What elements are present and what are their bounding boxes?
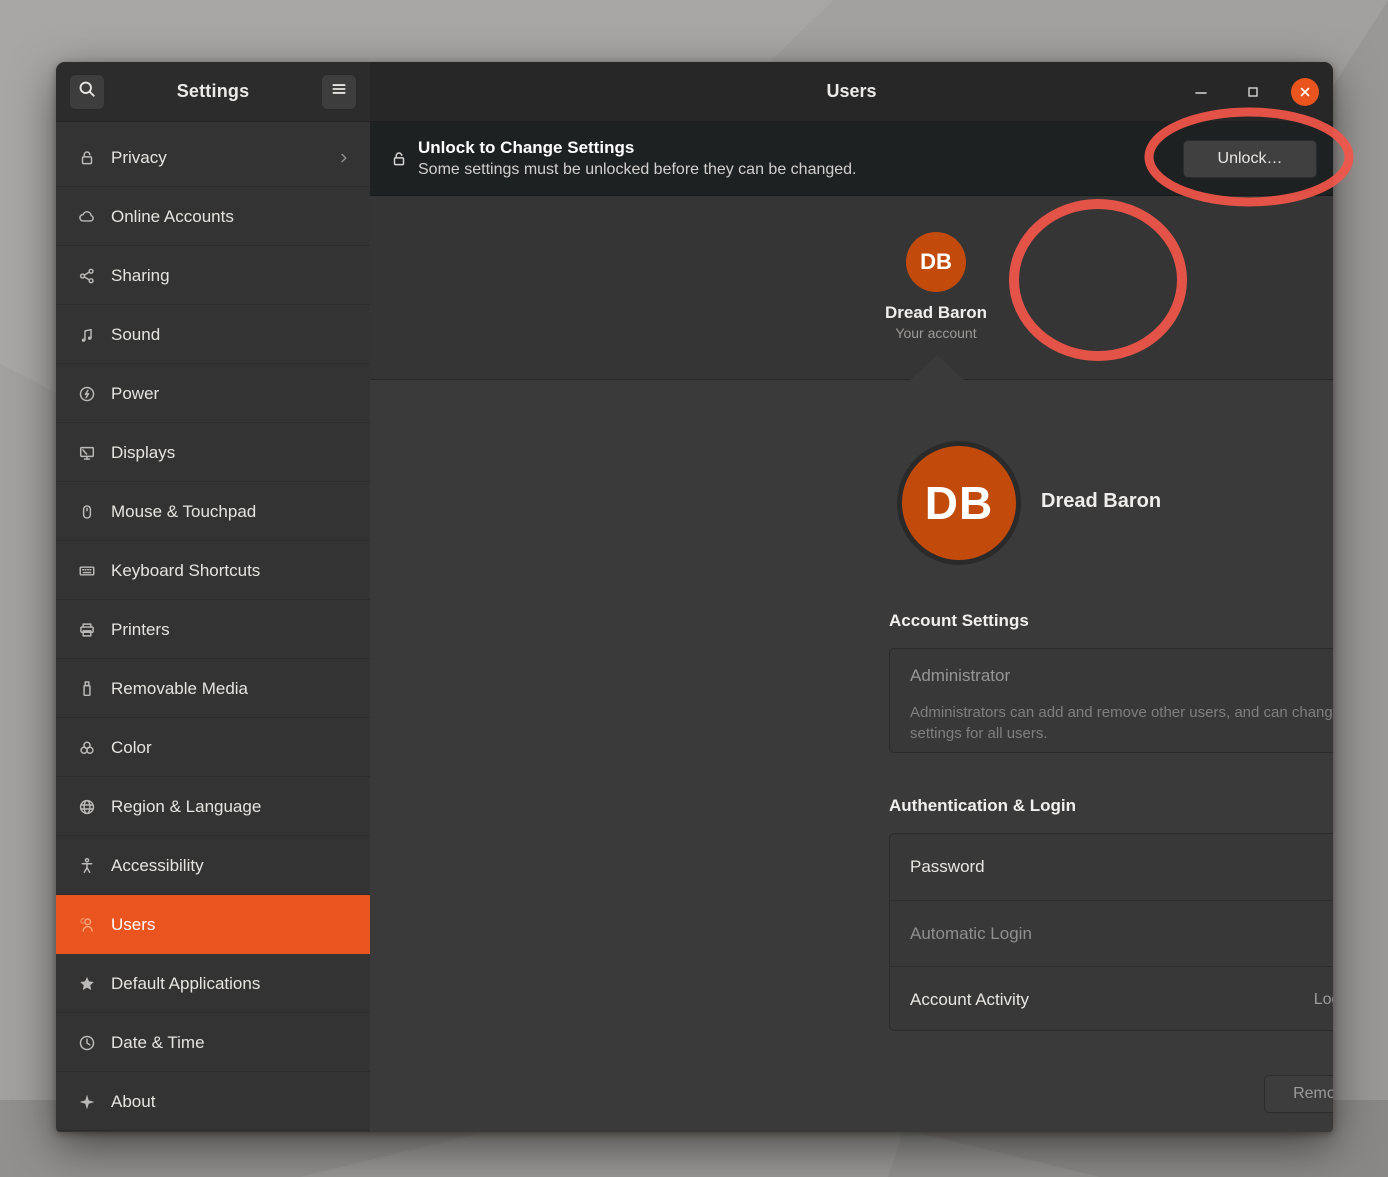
sidebar-item-label: Region & Language (111, 797, 352, 817)
color-wheel-icon (78, 739, 96, 757)
page-title: Users (826, 81, 876, 102)
chevron-right-icon (336, 150, 352, 166)
auth-login-heading: Authentication & Login (889, 796, 1076, 816)
sidebar-item-label: Accessibility (111, 856, 352, 876)
sidebar-item-label: Printers (111, 620, 352, 640)
hamburger-icon (330, 80, 348, 103)
account-settings-heading: Account Settings (889, 611, 1029, 631)
sidebar-item-online-accounts[interactable]: Online Accounts (56, 187, 370, 246)
printer-icon (78, 621, 96, 639)
password-row[interactable]: Password ••••• (890, 834, 1333, 900)
sidebar-item-displays[interactable]: Displays (56, 423, 370, 482)
sidebar-item-label: Color (111, 738, 352, 758)
avatar: DB (906, 232, 966, 292)
keyboard-icon (78, 562, 96, 580)
sidebar-item-users[interactable]: Users (56, 895, 370, 954)
usb-drive-icon (78, 680, 96, 698)
star-icon (78, 975, 96, 993)
settings-window: Settings Privacy Online Accounts Sharing So… (56, 62, 1333, 1132)
user-dread-baron[interactable]: DB Dread Baron Your account (846, 232, 1026, 343)
banner-title: Unlock to Change Settings (418, 137, 1183, 159)
globe-icon (78, 798, 96, 816)
sidebar-header: Settings (56, 62, 370, 122)
search-button[interactable] (69, 74, 105, 110)
minimize-button[interactable] (1187, 78, 1215, 106)
sidebar-item-sound[interactable]: Sound (56, 305, 370, 364)
sidebar-list: Privacy Online Accounts Sharing Sound Power D… (56, 122, 370, 1131)
account-activity-value: Logged in (1314, 991, 1333, 1009)
users-icon (78, 916, 96, 934)
sidebar-item-label: Displays (111, 443, 352, 463)
share-icon (78, 267, 96, 285)
unlock-button[interactable]: Unlock… (1183, 140, 1317, 178)
sidebar-item-region-language[interactable]: Region & Language (56, 777, 370, 836)
sidebar-item-date-time[interactable]: Date & Time (56, 1013, 370, 1072)
close-button[interactable] (1291, 78, 1319, 106)
administrator-label: Administrator (910, 665, 1333, 687)
lock-icon (390, 150, 408, 168)
user-name: Dread Baron (846, 302, 1026, 324)
sidebar-item-printers[interactable]: Printers (56, 600, 370, 659)
banner-subtitle: Some settings must be unlocked before th… (418, 159, 1183, 180)
remove-user-button[interactable]: Remove User… (1264, 1075, 1333, 1113)
search-icon (77, 79, 97, 104)
automatic-login-label: Automatic Login (910, 924, 1333, 944)
sparkle-icon (78, 1093, 96, 1111)
account-settings-card: Administrator Administrators can add and… (889, 648, 1333, 753)
music-note-icon (78, 326, 96, 344)
sidebar-item-sharing[interactable]: Sharing (56, 246, 370, 305)
sidebar-item-label: Date & Time (111, 1033, 352, 1053)
sidebar-item-about[interactable]: About (56, 1072, 370, 1131)
user-mumbly[interactable]: M mumbly (1322, 232, 1333, 324)
sidebar-item-keyboard-shortcuts[interactable]: Keyboard Shortcuts (56, 541, 370, 600)
sidebar-item-label: Online Accounts (111, 207, 352, 227)
cloud-icon (78, 208, 96, 226)
sidebar-item-label: Removable Media (111, 679, 352, 699)
sidebar-item-accessibility[interactable]: Accessibility (56, 836, 370, 895)
sidebar-item-label: About (111, 1092, 352, 1112)
pane-header: Users (370, 62, 1333, 122)
account-activity-row[interactable]: Account Activity Logged in (890, 966, 1333, 1032)
user-name: mumbly (1322, 302, 1333, 324)
app-title: Settings (177, 81, 250, 102)
sidebar-item-label: Sound (111, 325, 352, 345)
account-activity-label: Account Activity (910, 990, 1314, 1010)
unlock-banner: Unlock to Change Settings Some settings … (370, 122, 1333, 196)
sidebar-item-label: Privacy (111, 148, 336, 168)
maximize-button[interactable] (1239, 78, 1267, 106)
selected-user-notch (910, 355, 964, 380)
sidebar-item-mouse-touchpad[interactable]: Mouse & Touchpad (56, 482, 370, 541)
automatic-login-row: Automatic Login (890, 900, 1333, 966)
password-label: Password (910, 857, 1333, 877)
sidebar-item-label: Power (111, 384, 352, 404)
menu-button[interactable] (321, 74, 357, 110)
clock-icon (78, 1034, 96, 1052)
power-icon (78, 385, 96, 403)
accessibility-icon (78, 857, 96, 875)
display-icon (78, 444, 96, 462)
banner-text: Unlock to Change Settings Some settings … (418, 137, 1183, 180)
users-panel: Users Unlock to Change Settings Some set… (370, 62, 1333, 1132)
sidebar-item-color[interactable]: Color (56, 718, 370, 777)
sidebar-item-label: Users (111, 915, 352, 935)
window-controls (1187, 62, 1319, 122)
sidebar-item-default-applications[interactable]: Default Applications (56, 954, 370, 1013)
sidebar: Settings Privacy Online Accounts Sharing So… (56, 62, 370, 1132)
sidebar-item-label: Mouse & Touchpad (111, 502, 352, 522)
mouse-icon (78, 503, 96, 521)
auth-login-card: Password ••••• Automatic Login Account A… (889, 833, 1333, 1031)
lock-icon (78, 149, 96, 167)
user-subtitle: Your account (846, 324, 1026, 343)
sidebar-item-power[interactable]: Power (56, 364, 370, 423)
sidebar-item-removable-media[interactable]: Removable Media (56, 659, 370, 718)
sidebar-item-label: Keyboard Shortcuts (111, 561, 352, 581)
sidebar-item-privacy[interactable]: Privacy (56, 128, 370, 187)
sidebar-item-label: Default Applications (111, 974, 352, 994)
user-carousel: DB Dread Baron Your account M mumbly (370, 196, 1333, 380)
profile-avatar[interactable]: DB (897, 441, 1021, 565)
profile-name: Dread Baron (1041, 490, 1161, 513)
administrator-description: Administrators can add and remove other … (910, 702, 1333, 744)
sidebar-item-label: Sharing (111, 266, 352, 286)
